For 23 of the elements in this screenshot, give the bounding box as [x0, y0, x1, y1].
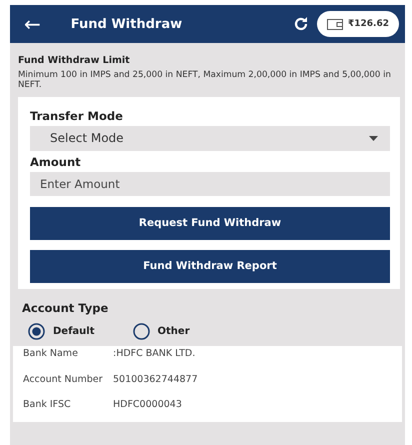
limit-title: Fund Withdraw Limit — [18, 55, 131, 66]
detail-label: Bank IFSC — [23, 399, 72, 410]
wallet-balance-button[interactable]: ₹126.62 — [317, 11, 399, 37]
action-button[interactable]: Fund Withdraw Report — [30, 250, 390, 283]
account-type-radio[interactable]: Default — [28, 322, 95, 340]
transfer-mode-dropdown[interactable]: Select Mode — [30, 126, 390, 151]
detail-value: HDFC0000043 — [113, 399, 182, 410]
action-button[interactable]: Request Fund Withdraw — [30, 206, 390, 240]
limit-description: Minimum 100 in IMPS and 25,000 in NEFT, Maximum 2,00,000 in IMPS and 5,00,000 in NEFT. — [18, 71, 392, 91]
amount-label: Amount — [30, 154, 82, 169]
back-button[interactable]: ← — [24, 12, 41, 36]
transfer-mode-label: Transfer Mode — [30, 108, 124, 123]
account-type-radio[interactable]: Other — [132, 322, 190, 340]
detail-label: Account Number — [23, 374, 104, 386]
refresh-icon[interactable] — [293, 16, 309, 32]
detail-value: 50100362744877 — [113, 374, 198, 386]
detail-value: :HDFC BANK LTD. — [113, 348, 196, 359]
detail-label: Bank Name — [23, 348, 79, 359]
dropdown-caret-icon — [369, 136, 378, 141]
account-type-label: Account Type — [21, 300, 110, 317]
amount-field[interactable]: Enter Amount — [30, 172, 390, 196]
wallet-icon — [327, 18, 343, 30]
screen-title: Fund Withdraw — [70, 16, 184, 32]
